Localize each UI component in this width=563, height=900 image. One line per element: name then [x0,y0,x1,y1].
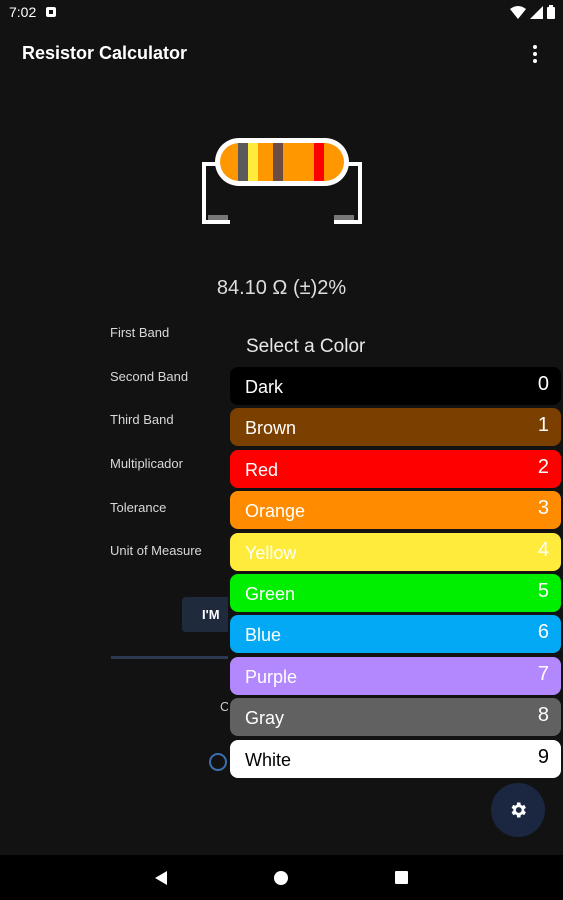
color-option-digit: 8 [537,704,549,727]
app-title: Resistor Calculator [22,43,188,63]
color-option-red[interactable]: Red 2 [230,449,561,488]
divider [111,656,231,659]
color-option-digit: 5 [537,580,549,602]
color-option-label: Purple [245,666,298,687]
status-icons [510,5,555,19]
color-option-label: White [245,749,292,770]
tolerance-label: Tolerance [110,500,167,515]
color-option-digit: 2 [537,455,549,478]
signal-icon [530,5,543,19]
color-option-white[interactable]: White 9 [230,739,561,778]
color-option-label: Red [245,459,279,480]
color-option-label: Yellow [245,542,297,563]
back-icon[interactable] [155,871,167,885]
status-bar: 7:02 [0,0,563,26]
notification-icon [46,7,56,17]
more-vert-icon[interactable] [525,42,545,66]
resistor-band-6 [314,143,324,181]
first-band-label: First Band [110,325,170,340]
color-option-label: Dark [245,377,284,397]
recents-icon[interactable] [395,871,408,884]
color-option-orange[interactable]: Orange 3 [230,491,561,530]
calc-button-label: I'M [202,607,220,622]
color-option-purple[interactable]: Purple 7 [230,656,561,695]
resistor-illustration [202,138,362,224]
resistor-band-4 [273,143,283,181]
radio-button[interactable] [209,753,227,771]
color-picker-dialog: Select a Color Dark 0 Brown 1 Red 2 Orange 3 Yel… [228,327,563,779]
settings-button[interactable] [491,783,545,837]
navigation-bar [0,855,563,900]
color-option-blue[interactable]: Blue 6 [230,615,561,654]
color-option-label: Green [245,584,296,604]
color-option-digit: 4 [537,538,549,561]
color-option-label: Blue [245,625,282,646]
color-option-dark[interactable]: Dark 0 [230,367,561,405]
color-option-digit: 9 [537,745,549,768]
color-option-digit: 0 [537,373,549,395]
color-option-label: Gray [245,708,285,729]
color-option-digit: 1 [537,414,549,437]
wifi-icon [510,5,526,19]
resistor-band-3 [258,143,268,181]
battery-icon [547,5,555,19]
settings-icon [511,802,526,818]
color-option-green[interactable]: Green 5 [230,574,561,612]
resistor-band-1 [238,143,248,181]
second-band-label: Second Band [110,369,189,384]
resistor-band-2 [248,143,258,181]
color-option-digit: 6 [537,621,549,644]
picker-title: Select a Color [246,336,366,357]
status-time: 7:02 [9,4,37,20]
color-option-gray[interactable]: Gray 8 [230,698,561,737]
unit-label: Unit of Measure [110,543,202,558]
color-option-brown[interactable]: Brown 1 [230,408,561,447]
color-option-digit: 7 [537,662,549,685]
resistor-band-5 [287,143,297,181]
color-option-label: Orange [245,501,306,522]
color-option-digit: 3 [537,497,549,520]
third-band-label: Third Band [110,412,174,427]
multiplier-label: Multiplicador [110,456,183,471]
home-icon[interactable] [274,871,288,885]
color-option-label: Brown [245,418,297,439]
app-bar: Resistor Calculator [0,26,563,82]
color-option-yellow[interactable]: Yellow 4 [230,532,561,571]
resistance-result: 84.10 Ω (±)2% [216,277,347,299]
